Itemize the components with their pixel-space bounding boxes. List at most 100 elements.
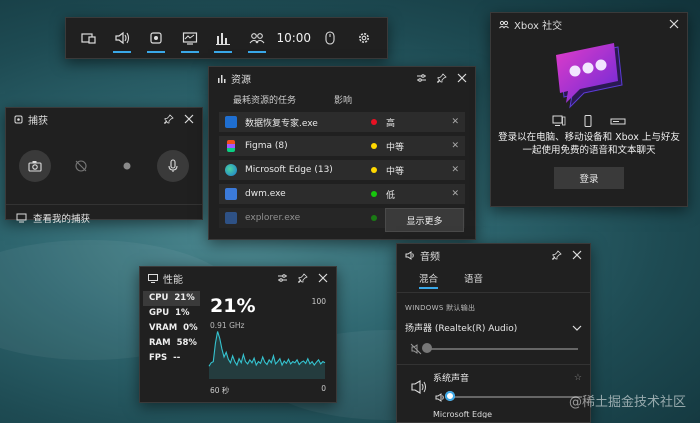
close-icon[interactable]: ✕ [451, 165, 459, 175]
metric-label: FPS [149, 353, 168, 363]
audio-title: 音频 [420, 251, 440, 263]
close-icon[interactable] [184, 114, 194, 124]
record-last-button[interactable] [65, 150, 97, 182]
section-divider [397, 364, 590, 365]
table-row[interactable]: 数据恢复专家.exe 高 ✕ [219, 112, 465, 132]
mouse-settings-button[interactable] [316, 23, 344, 53]
slider-track [447, 396, 582, 398]
settings-button[interactable] [350, 23, 378, 53]
master-volume-row [397, 342, 590, 356]
close-icon[interactable]: ✕ [451, 117, 459, 127]
console-icon [610, 115, 626, 127]
close-icon[interactable] [669, 19, 679, 29]
xbox-header: Xbox 社交 [491, 13, 687, 35]
record-dot-icon [122, 161, 132, 171]
impact-dot [371, 167, 377, 173]
slider-knob[interactable] [422, 343, 432, 353]
tab-mix[interactable]: 混合 [419, 271, 439, 289]
system-sound-controls: 系统声音 ☆ [433, 371, 582, 404]
settings-icon [357, 31, 371, 45]
capture-title: 捕获 [28, 115, 48, 127]
pin-icon[interactable] [552, 250, 562, 260]
pin-icon[interactable] [437, 73, 447, 83]
capture-title-group: 捕获 [14, 112, 164, 127]
performance-widget-button[interactable] [176, 23, 204, 53]
xbox-social-icon [499, 20, 509, 29]
capture-icon [149, 31, 163, 45]
output-device-select[interactable]: 扬声器 (Realtek(R) Audio) [397, 315, 590, 338]
login-button[interactable]: 登录 [554, 167, 624, 189]
close-icon[interactable] [318, 273, 328, 283]
audio-widget-button[interactable] [108, 23, 136, 53]
device-icons [491, 115, 687, 127]
pc-icon [552, 115, 566, 127]
pin-icon[interactable] [164, 114, 174, 124]
clock: 10:00 [276, 23, 311, 53]
resources-columns: 最耗资源的任务 影响 [209, 89, 475, 112]
xbox-title-group: Xbox 社交 [499, 17, 669, 32]
metric-cpu[interactable]: CPU 21% [143, 291, 200, 306]
microphone-button[interactable] [157, 150, 189, 182]
metric-label: GPU [149, 308, 170, 318]
start-recording-button[interactable] [111, 150, 143, 182]
chart-time-label: 60 秒 [210, 386, 230, 395]
table-row[interactable]: Figma (8) 中等 ✕ [219, 136, 465, 156]
slider-knob[interactable] [444, 391, 455, 401]
system-volume-slider[interactable] [444, 390, 582, 404]
xbox-message: 登录以在电脑、移动设备和 Xbox 上与好友一起使用免费的语音和文本聊天 [498, 132, 680, 156]
screenshot-button[interactable] [19, 150, 51, 182]
chart-max-label: 100 [311, 297, 326, 306]
metric-value: 58% [176, 338, 197, 348]
resources-title: 资源 [231, 74, 251, 86]
watermark: @稀土掘金技术社区 [568, 395, 686, 410]
capture-widget-button[interactable] [142, 23, 170, 53]
output-device-name: 扬声器 (Realtek(R) Audio) [405, 324, 518, 334]
metric-fps[interactable]: FPS -- [143, 351, 200, 366]
column-task[interactable]: 最耗资源的任务 [233, 93, 296, 106]
speaker-icon [405, 379, 433, 395]
app-icon [225, 188, 237, 200]
audio-icon [114, 31, 130, 45]
resources-title-group: 资源 [217, 71, 416, 86]
close-icon[interactable]: ✕ [451, 189, 459, 199]
master-volume-slider[interactable] [422, 342, 578, 356]
pin-icon[interactable] [298, 273, 308, 283]
options-icon[interactable] [277, 273, 288, 283]
process-name: Microsoft Edge (13) [245, 165, 333, 175]
widget-menu-button[interactable] [75, 23, 103, 53]
close-icon[interactable] [572, 250, 582, 260]
view-captures-link[interactable]: 查看我的捕获 [6, 204, 202, 231]
star-icon[interactable]: ☆ [574, 371, 582, 384]
metric-label: RAM [149, 338, 171, 348]
close-icon[interactable]: ✕ [451, 141, 459, 151]
audio-tabs: 混合 语音 [397, 266, 590, 289]
camera-icon [28, 160, 42, 172]
resources-widget-button[interactable] [209, 23, 237, 53]
output-section-label: WINDOWS 默认输出 [405, 304, 476, 312]
performance-icon [148, 273, 158, 283]
capture-widget: 捕获 查看我的捕获 [5, 107, 203, 225]
tab-voice[interactable]: 语音 [464, 271, 483, 285]
xbox-title: Xbox 社交 [514, 20, 563, 32]
widget-menu-icon [81, 31, 97, 45]
metric-gpu[interactable]: GPU 1% [143, 306, 200, 321]
xbox-social-icon [249, 31, 265, 45]
app-icon [225, 116, 237, 128]
gallery-icon [16, 213, 27, 223]
table-row[interactable]: dwm.exe 低 ✕ [219, 184, 465, 204]
resources-icon [215, 31, 231, 45]
audio-header: 音频 [397, 244, 590, 266]
column-impact[interactable]: 影响 [334, 93, 352, 106]
audio-widget: 音频 混合 语音 WINDOWS 默认输出 扬声器 (Realtek(R) Au… [396, 243, 591, 423]
xbox-social-widget-button[interactable] [243, 23, 271, 53]
close-icon[interactable] [457, 73, 467, 83]
metric-ram[interactable]: RAM 58% [143, 336, 200, 351]
mouse-icon [324, 31, 336, 45]
capture-controls [164, 114, 194, 124]
metric-vram[interactable]: VRAM 0% [143, 321, 200, 336]
record-last-icon [74, 159, 88, 173]
table-row[interactable]: Microsoft Edge (13) 中等 ✕ [219, 160, 465, 180]
show-more-button[interactable]: 显示更多 [385, 208, 464, 232]
microphone-icon [167, 159, 179, 173]
options-icon[interactable] [416, 73, 427, 83]
